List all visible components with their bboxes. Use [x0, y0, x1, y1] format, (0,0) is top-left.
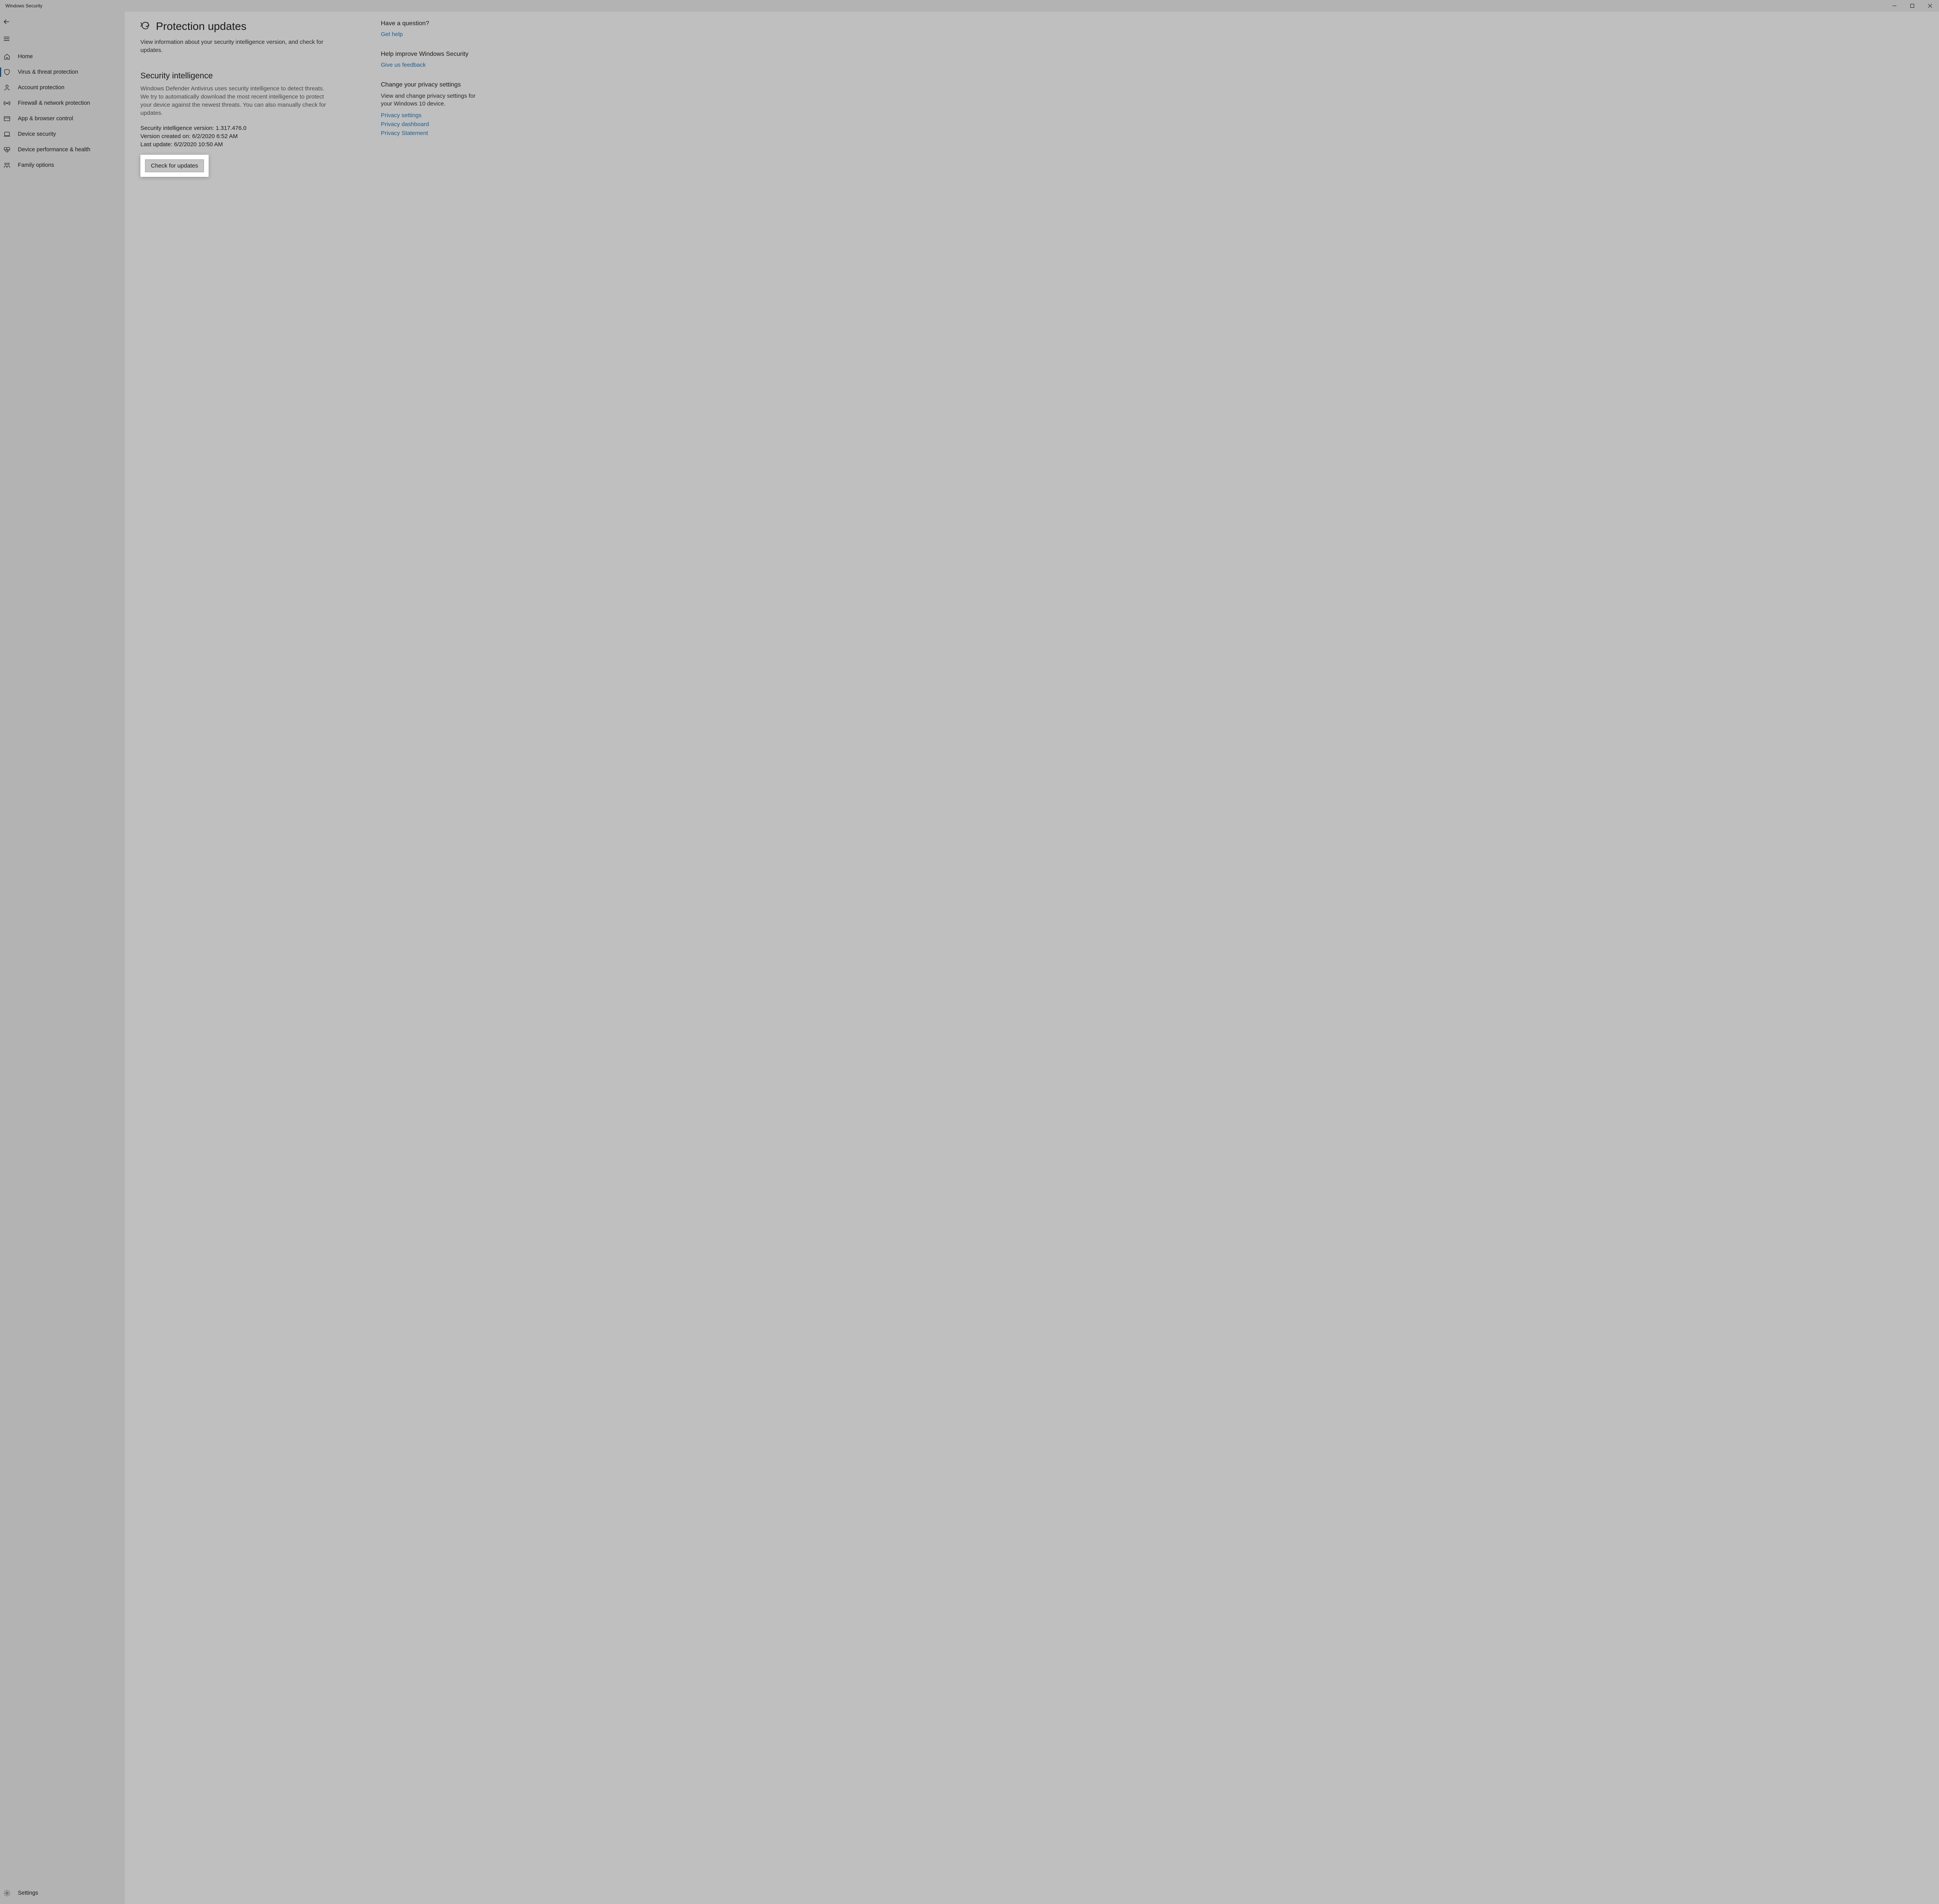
titlebar: Windows Security	[0, 0, 1939, 12]
back-icon	[3, 18, 10, 25]
check-for-updates-button[interactable]: Check for updates	[145, 159, 204, 172]
window-title: Windows Security	[0, 3, 42, 9]
privacy-settings-link[interactable]: Privacy settings	[381, 112, 482, 119]
content-area: Protection updates View information abou…	[125, 12, 1939, 1904]
sidebar-item-family[interactable]: Family options	[0, 157, 125, 173]
maximize-button[interactable]	[1903, 0, 1921, 12]
back-button[interactable]	[0, 13, 125, 30]
section-heading: Security intelligence	[140, 71, 358, 81]
sidebar-item-label: Family options	[11, 162, 54, 168]
maximize-icon	[1910, 4, 1914, 8]
minimize-icon	[1892, 4, 1896, 8]
sidebar: Home Virus & threat protection Account p…	[0, 12, 125, 1904]
home-icon	[3, 53, 11, 61]
menu-button[interactable]	[0, 30, 125, 47]
minimize-button[interactable]	[1885, 0, 1903, 12]
question-block: Have a question? Get help	[381, 20, 482, 38]
privacy-statement-link[interactable]: Privacy Statement	[381, 130, 482, 137]
gear-icon	[3, 1889, 11, 1897]
sidebar-item-label: Account protection	[11, 85, 64, 91]
sidebar-item-label: Device security	[11, 131, 56, 137]
hamburger-icon	[3, 35, 10, 42]
privacy-heading: Change your privacy settings	[381, 81, 482, 88]
sidebar-item-virus-threat[interactable]: Virus & threat protection	[0, 64, 125, 80]
heart-icon	[3, 146, 11, 154]
page-subtitle: View information about your security int…	[140, 38, 330, 54]
sidebar-item-label: App & browser control	[11, 116, 73, 122]
sidebar-item-label: Firewall & network protection	[11, 100, 90, 106]
close-button[interactable]	[1921, 0, 1939, 12]
main-area: Home Virus & threat protection Account p…	[0, 12, 1939, 1904]
created-line: Version created on: 6/2/2020 6:52 AM	[140, 132, 358, 140]
browser-icon	[3, 115, 11, 123]
privacy-text: View and change privacy settings for you…	[381, 92, 482, 108]
sidebar-item-device-security[interactable]: Device security	[0, 126, 125, 142]
security-intelligence-section: Security intelligence Windows Defender A…	[140, 71, 358, 177]
feedback-link[interactable]: Give us feedback	[381, 62, 482, 68]
page-title: Protection updates	[156, 20, 247, 33]
side-column: Have a question? Get help Help improve W…	[381, 20, 482, 1896]
version-line: Security intelligence version: 1.317.476…	[140, 124, 358, 132]
family-icon	[3, 161, 11, 169]
feedback-heading: Help improve Windows Security	[381, 51, 482, 58]
get-help-link[interactable]: Get help	[381, 31, 482, 38]
close-icon	[1928, 4, 1932, 8]
privacy-dashboard-link[interactable]: Privacy dashboard	[381, 121, 482, 128]
nav-bottom: Settings	[0, 1885, 125, 1904]
page-header: Protection updates	[140, 20, 358, 33]
refresh-icon	[140, 21, 150, 32]
updated-line: Last update: 6/2/2020 10:50 AM	[140, 140, 358, 149]
sidebar-item-performance-health[interactable]: Device performance & health	[0, 142, 125, 157]
sidebar-item-account[interactable]: Account protection	[0, 80, 125, 95]
sidebar-item-firewall[interactable]: Firewall & network protection	[0, 95, 125, 111]
section-description: Windows Defender Antivirus uses security…	[140, 85, 330, 117]
app-root: Windows Security	[0, 0, 1939, 1904]
sidebar-item-label: Virus & threat protection	[11, 69, 78, 75]
nav-list: Home Virus & threat protection Account p…	[0, 49, 125, 1904]
shield-icon	[3, 68, 11, 76]
sidebar-item-label: Home	[11, 54, 33, 60]
person-icon	[3, 84, 11, 92]
privacy-block: Change your privacy settings View and ch…	[381, 81, 482, 137]
sidebar-item-home[interactable]: Home	[0, 49, 125, 64]
sidebar-item-label: Settings	[11, 1890, 38, 1896]
sidebar-item-label: Device performance & health	[11, 147, 90, 153]
question-heading: Have a question?	[381, 20, 482, 27]
feedback-block: Help improve Windows Security Give us fe…	[381, 51, 482, 68]
device-icon	[3, 130, 11, 138]
antenna-icon	[3, 99, 11, 107]
check-updates-highlight: Check for updates	[140, 155, 209, 177]
main-column: Protection updates View information abou…	[140, 20, 358, 1896]
sidebar-item-settings[interactable]: Settings	[0, 1885, 125, 1901]
sidebar-item-app-browser[interactable]: App & browser control	[0, 111, 125, 126]
